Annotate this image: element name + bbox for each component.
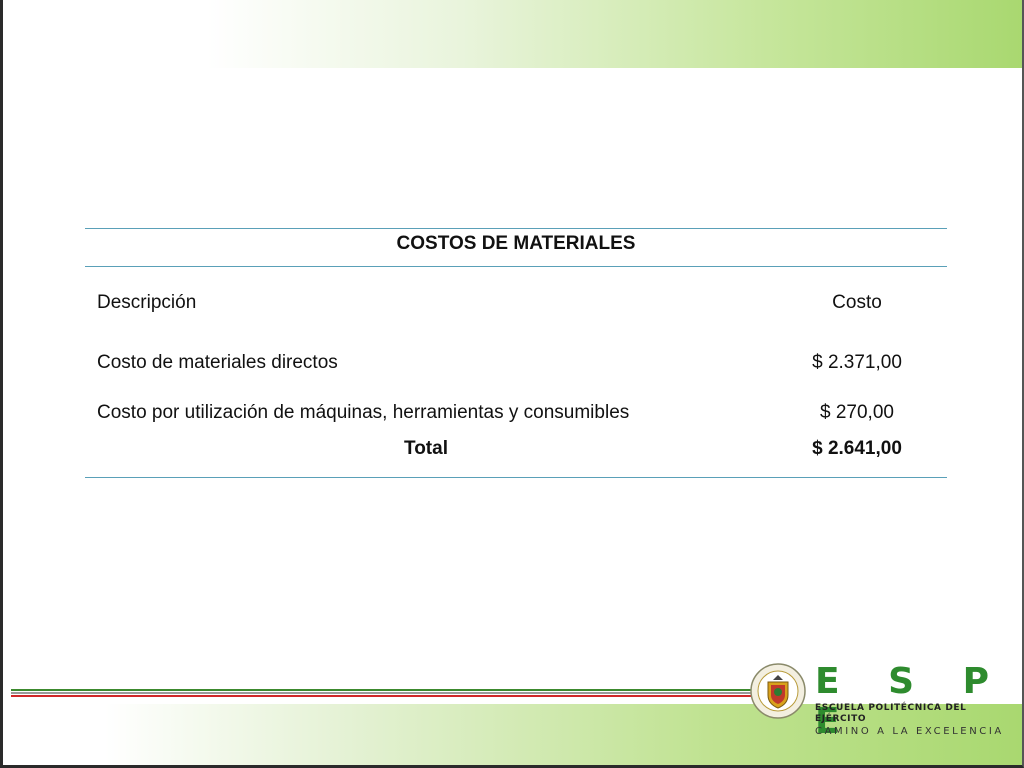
logo-name: E S P E <box>815 661 1007 742</box>
header-cost: Costo <box>832 292 882 313</box>
table-total-row: Total $ 2.641,00 <box>85 428 947 477</box>
espe-logo: E S P E ESCUELA POLITÉCNICA DEL EJÉRCITO… <box>815 661 1015 742</box>
green-stripe <box>11 689 751 691</box>
table-row: Costo por utilización de máquinas, herra… <box>85 378 947 428</box>
table-title: COSTOS DE MATERIALES <box>396 233 636 254</box>
row-cost: $ 2.371,00 <box>812 352 902 373</box>
logo-tagline: CAMINO A LA EXCELENCIA <box>815 726 1004 737</box>
gray-stripe <box>11 692 751 694</box>
top-gradient-band <box>3 0 1022 68</box>
total-label: Total <box>404 438 448 459</box>
logo-subtitle: ESCUELA POLITÉCNICA DEL EJÉRCITO <box>815 703 967 724</box>
row-cost: $ 270,00 <box>820 402 894 423</box>
slide: COSTOS DE MATERIALES Descripción Costo C… <box>0 0 1024 768</box>
table-bottom-rule <box>85 477 947 478</box>
header-description: Descripción <box>97 292 197 313</box>
total-cost: $ 2.641,00 <box>812 438 902 459</box>
red-stripe <box>11 695 751 697</box>
footer-stripes <box>11 689 751 701</box>
costs-table: COSTOS DE MATERIALES Descripción Costo C… <box>85 228 947 478</box>
row-description: Costo por utilización de máquinas, herra… <box>97 402 630 423</box>
table-row: Costo de materiales directos $ 2.371,00 <box>85 328 947 378</box>
row-description: Costo de materiales directos <box>97 352 338 373</box>
espe-seal-icon <box>750 663 806 719</box>
table-header-row: Descripción Costo <box>85 267 947 328</box>
